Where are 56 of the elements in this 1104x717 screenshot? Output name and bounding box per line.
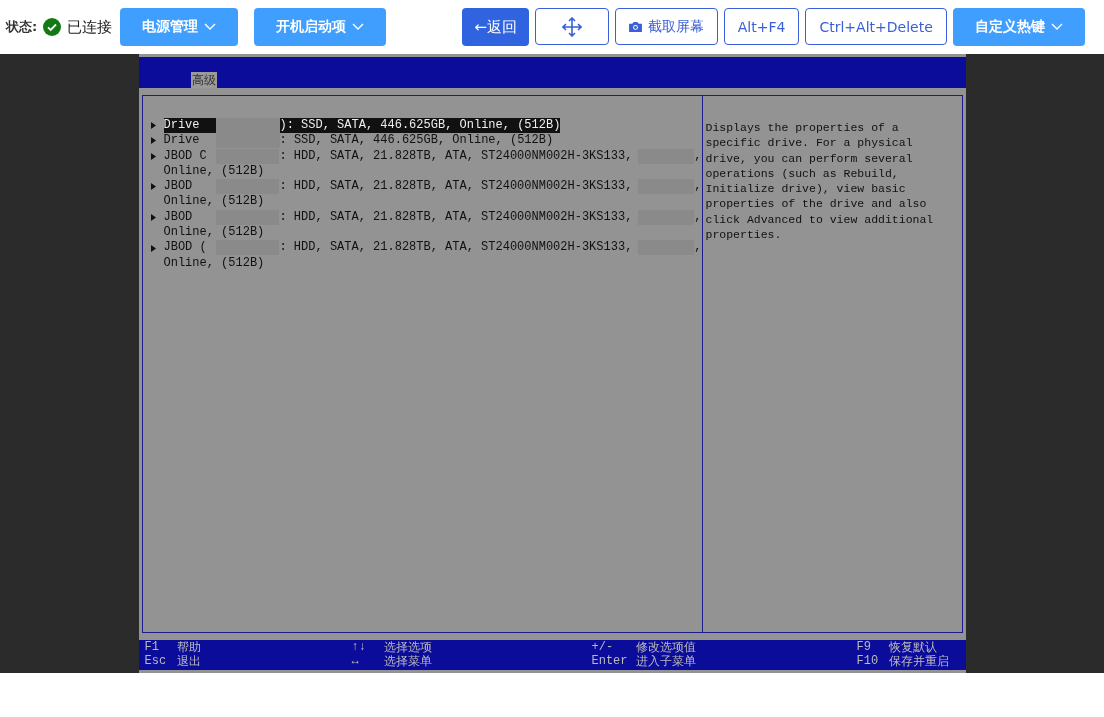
key-action: 进入子菜单 (635, 654, 696, 668)
drive-details: : SSD, SATA, 446.625GB, Online, (512B) (279, 133, 554, 149)
drive-details: Online, (512B) (163, 163, 265, 178)
move-icon (561, 16, 582, 37)
drive-details: : HDD, SATA, 21.828TB, ATA, ST24000NM002H-3KS133, (279, 240, 633, 256)
check-icon (43, 18, 62, 36)
drive-details: ): SSD, SATA, 446.625GB, Online, (512B) (279, 118, 561, 134)
drive-details: , (694, 240, 702, 256)
drive-details: , (694, 209, 702, 226)
bios-tab[interactable]: 高级 (190, 72, 217, 88)
drive-item[interactable]: JBOD (163, 179, 216, 195)
key-action: 选择菜单 (383, 654, 432, 668)
triangle-icon (150, 244, 156, 252)
help-text: Displays the properties of a specific drive. For a physical drive, you can perform several operations (such as Rebuild, Initialize drive), view basic properties of the drive and also click Advanced to view additional properties. (705, 121, 934, 242)
drive-details: : HDD, SATA, 21.828TB, ATA, ST24000NM002H-3KS133, (279, 148, 633, 164)
chevron-icon (204, 23, 217, 31)
status-label: 状态: (6, 18, 38, 36)
status-value: 已连接 (67, 17, 113, 37)
drive-item[interactable]: JBOD (163, 209, 216, 226)
key-action: 保存并重启 (888, 654, 949, 668)
chevron-icon (352, 23, 365, 31)
key-name: Enter (591, 654, 629, 668)
back-button[interactable]: ←返回 (462, 8, 529, 46)
drive-details: Online, (512B) (163, 225, 265, 240)
redaction-mask (215, 118, 280, 133)
hotkey-button[interactable]: Alt+F4 (723, 8, 800, 45)
chevron-icon (1050, 23, 1063, 31)
key-name: F10 (856, 654, 880, 668)
key-action: 修改选项值 (635, 640, 696, 654)
drive-details: Online, (512B) (163, 194, 265, 209)
key-name: F9 (856, 640, 872, 654)
camera-icon (628, 21, 642, 32)
redaction-mask (215, 133, 280, 149)
screenshot-button[interactable]: 截取屏幕 (614, 8, 718, 45)
triangle-icon (150, 183, 156, 191)
key-action: 选择选项 (383, 640, 432, 654)
key-name: ↔ (351, 654, 360, 668)
drive-details: : HDD, SATA, 21.828TB, ATA, ST24000NM002H-3KS133, (279, 179, 633, 195)
key-name: +/- (591, 640, 615, 654)
hotkey-button[interactable]: Ctrl+Alt+Delete (805, 8, 947, 45)
key-action: 帮助 (176, 640, 201, 654)
drive-item[interactable]: JBOD C (163, 148, 216, 164)
drive-item[interactable]: JBOD ( (163, 240, 216, 256)
triangle-icon (150, 213, 156, 221)
move-button[interactable] (534, 8, 609, 45)
key-name: F1 (144, 640, 160, 654)
drive-item[interactable]: Drive (163, 118, 216, 134)
key-name: ↑↓ (351, 640, 367, 654)
key-action: 退出 (176, 654, 201, 668)
key-name: Esc (144, 654, 168, 668)
drive-details: , (694, 148, 702, 164)
key-action: 恢复默认 (888, 640, 937, 654)
drive-details: , (694, 179, 702, 195)
drive-details: Online, (512B) (163, 255, 265, 270)
drive-details: : HDD, SATA, 21.828TB, ATA, ST24000NM002H-3KS133, (279, 209, 633, 226)
drive-item[interactable]: Drive (163, 133, 216, 149)
